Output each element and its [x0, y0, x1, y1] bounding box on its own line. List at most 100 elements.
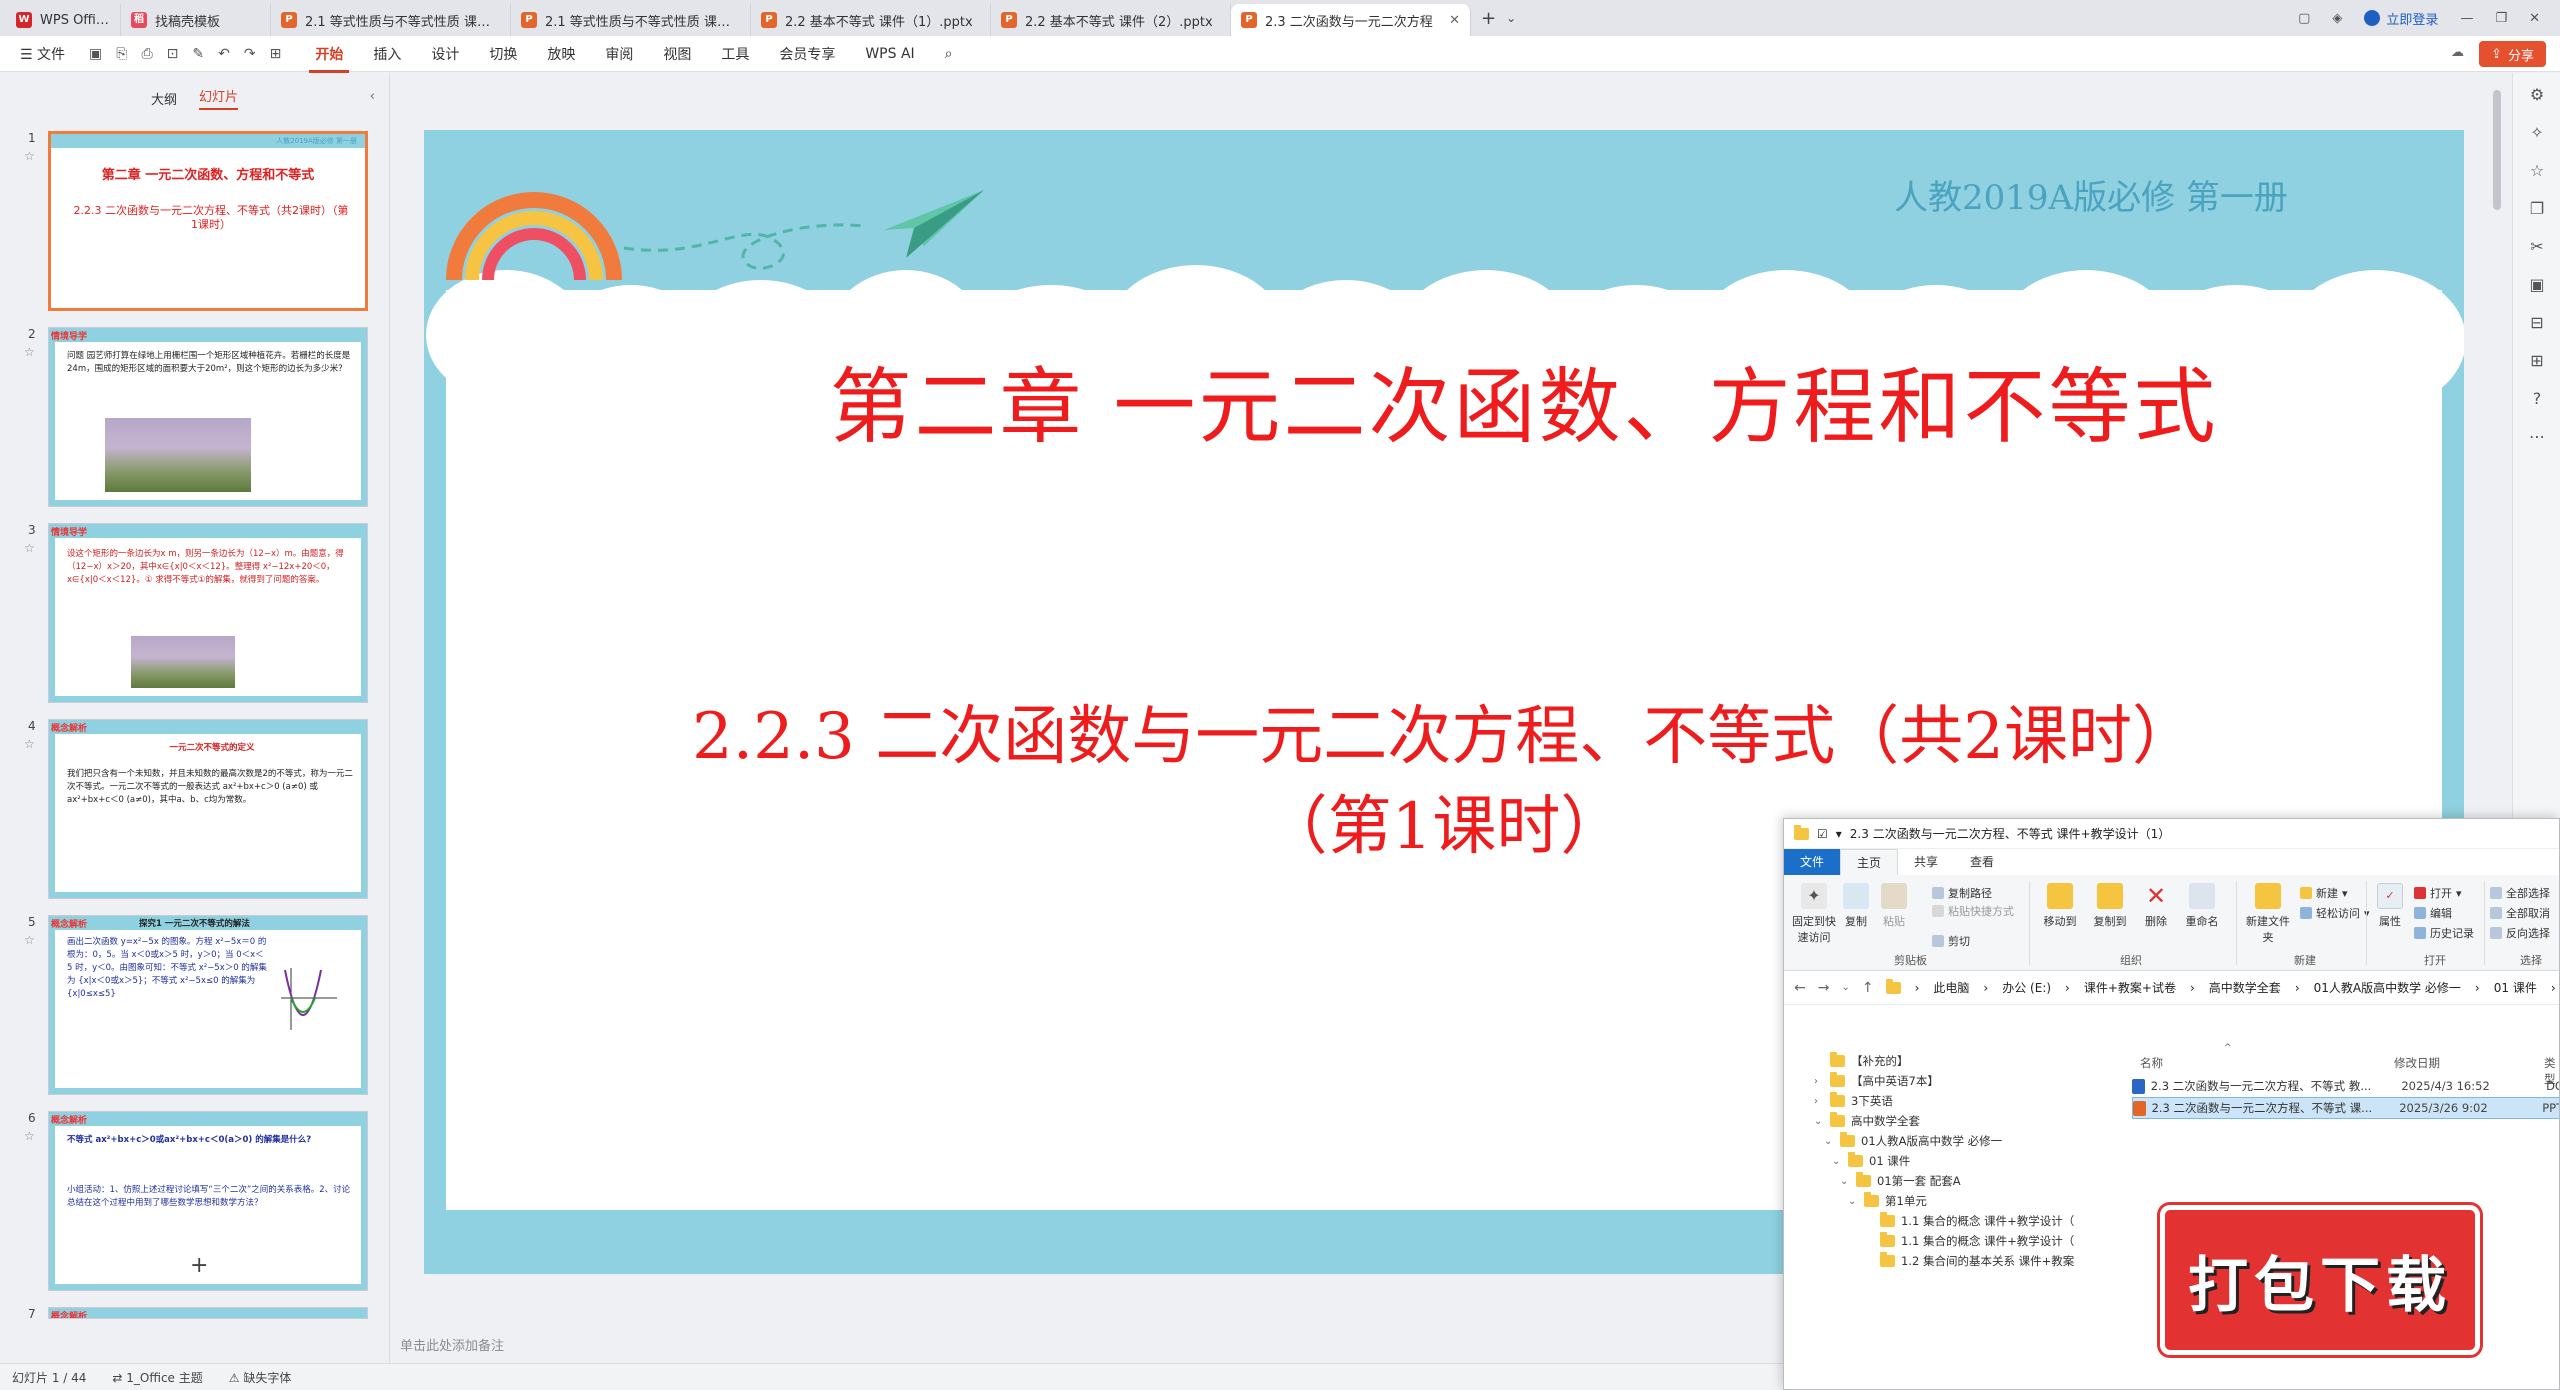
view-mode-icon[interactable]: ⊞	[270, 46, 282, 62]
file-row-selected[interactable]: 2.3 二次函数与一元二次方程、不等式 课... 2025/3/26 9:02 …	[2132, 1097, 2559, 1119]
tab-slides[interactable]: 幻灯片	[199, 86, 239, 110]
column-header-date[interactable]: 修改日期	[2394, 1055, 2440, 1071]
maximize-icon[interactable]: ❐	[2495, 11, 2507, 26]
close-window-icon[interactable]: ✕	[2529, 11, 2540, 26]
menu-design[interactable]: 设计	[425, 44, 465, 64]
download-package-stamp[interactable]: 打包下载	[2160, 1205, 2480, 1355]
star-icon[interactable]: ☆	[24, 149, 35, 163]
delete-button[interactable]: ✕ 删除	[2136, 883, 2176, 929]
login-button[interactable]: 立即登录	[2364, 9, 2438, 28]
star-icon[interactable]: ☆	[24, 933, 35, 947]
breadcrumb-item[interactable]: 课件+教案+试卷	[2084, 979, 2176, 996]
more-icon[interactable]: ⋯	[2527, 427, 2547, 447]
tab-document[interactable]: P2.1 等式性质与不等式性质 课件（1）	[271, 4, 511, 36]
edit-button[interactable]: 编辑	[2414, 905, 2452, 921]
tab-document-active[interactable]: P 2.3 二次函数与一元二次方程 ✕	[1231, 4, 1471, 36]
settings-icon[interactable]: ⚙	[2527, 85, 2547, 105]
breadcrumb-item[interactable]: 办公 (E:)	[2002, 979, 2051, 996]
slide-thumbnail[interactable]: 概念解析	[48, 1307, 368, 1319]
print-icon[interactable]: ⎙	[141, 46, 152, 62]
slide-thumbnail[interactable]: 情境导学 问题 园艺师打算在绿地上用栅栏围一个矩形区域种植花卉。若栅栏的长度是2…	[48, 327, 368, 507]
tree-item[interactable]: ⌄ 01第一套 配套A	[1840, 1172, 1961, 1189]
select-all-button[interactable]: 全部选择	[2490, 885, 2550, 901]
copy-to-button[interactable]: 复制到	[2084, 883, 2136, 929]
menu-slideshow[interactable]: 放映	[541, 44, 581, 64]
tree-item[interactable]: ⌄ 01人教A版高中数学 必修一	[1824, 1132, 2002, 1149]
open-button[interactable]: 打开 ▾	[2414, 885, 2462, 901]
cut-button[interactable]: 剪切	[1932, 933, 1970, 949]
redo-icon[interactable]: ↷	[244, 46, 256, 62]
star-icon[interactable]: ☆	[24, 1129, 35, 1143]
save-icon[interactable]: ▣	[89, 46, 102, 62]
missing-font-indicator[interactable]: ⚠ 缺失字体	[229, 1369, 292, 1386]
slide-thumbnail[interactable]: 概念解析 一元二次不等式的定义 我们把只含有一个未知数，并且未知数的最高次数是2…	[48, 719, 368, 899]
book-icon[interactable]: ⊞	[2527, 351, 2547, 371]
explorer-tab-view[interactable]: 查看	[1954, 849, 2010, 875]
star-icon[interactable]: ☆	[24, 345, 35, 359]
tab-document[interactable]: P 2.2 基本不等式 课件（2）.pptx	[991, 4, 1231, 36]
menu-tools[interactable]: 工具	[715, 44, 755, 64]
cloud-sync-icon[interactable]: ☁	[2451, 45, 2464, 60]
breadcrumb-item[interactable]: 01 课件	[2494, 979, 2537, 996]
menu-transition[interactable]: 切换	[483, 44, 523, 64]
file-row[interactable]: 2.3 二次函数与一元二次方程、不等式 教... 2025/4/3 16:52 …	[2132, 1075, 2559, 1097]
rename-button[interactable]: 重命名	[2176, 883, 2228, 929]
print-preview-icon[interactable]: ⊡	[167, 46, 179, 62]
format-painter-icon[interactable]: ✎	[192, 46, 204, 62]
breadcrumb-item[interactable]: 01人教A版高中数学 必修一	[2314, 979, 2461, 996]
minimize-icon[interactable]: —	[2460, 11, 2473, 26]
invert-selection-button[interactable]: 反向选择	[2490, 925, 2550, 941]
menu-home[interactable]: 开始	[309, 44, 350, 73]
magic-icon[interactable]: ✧	[2527, 123, 2547, 143]
new-item-button[interactable]: 新建 ▾	[2300, 885, 2348, 901]
vertical-scrollbar[interactable]	[2493, 90, 2501, 210]
up-arrow-icon[interactable]: ↑	[1862, 980, 1874, 996]
copy-path-button[interactable]: 复制路径	[1932, 885, 1992, 901]
tree-item[interactable]: ⌄ 高中数学全套	[1814, 1112, 1920, 1129]
tree-item[interactable]: 1.2 集合间的基本关系 课件+教案	[1864, 1252, 2074, 1269]
layout-icon[interactable]: ⊟	[2527, 313, 2547, 333]
tab-wps-home[interactable]: W WPS Office	[6, 4, 121, 36]
star-icon[interactable]: ☆	[24, 737, 35, 751]
menu-member[interactable]: 会员专享	[773, 44, 841, 64]
breadcrumb-item[interactable]: 高中数学全套	[2209, 979, 2281, 996]
chapter-title[interactable]: 第二章 一元二次函数、方程和不等式	[424, 340, 2464, 459]
share-button[interactable]: ⇪ 分享	[2479, 41, 2546, 67]
new-tab-plus-icon[interactable]: +	[1481, 8, 1496, 29]
star-icon[interactable]: ☆	[24, 541, 35, 555]
skin-icon[interactable]: ◈	[2332, 11, 2342, 26]
move-to-button[interactable]: 移动到	[2034, 883, 2086, 929]
slide-thumbnail[interactable]: 概念解析 探究1 一元二次不等式的解法 画出二次函数 y=x²−5x 的图象。方…	[48, 915, 368, 1095]
checkbox-icon[interactable]: ☑	[1817, 827, 1828, 841]
pin-quick-access-button[interactable]: ✦ 固定到快速访问	[1788, 883, 1840, 945]
explorer-tab-share[interactable]: 共享	[1898, 849, 1954, 875]
new-folder-button[interactable]: 新建文件夹	[2242, 883, 2294, 945]
theme-indicator[interactable]: ⇄ 1_Office 主题	[112, 1369, 202, 1386]
menu-wps-ai[interactable]: WPS AI	[859, 46, 920, 62]
help-icon[interactable]: ?	[2527, 389, 2547, 409]
slide-thumbnail[interactable]: 情境导学 设这个矩形的一条边长为x m，则另一条边长为（12−x）m。由题意，得…	[48, 523, 368, 703]
back-arrow-icon[interactable]: ←	[1794, 980, 1806, 996]
menu-review[interactable]: 审阅	[599, 44, 639, 64]
slide-thumbnail-selected[interactable]: 人教2019A版必修 第一册 第二章 一元二次函数、方程和不等式 2.2.3 二…	[48, 131, 368, 311]
tree-item[interactable]: 1.1 集合的概念 课件+教学设计（	[1864, 1232, 2074, 1249]
menu-insert[interactable]: 插入	[367, 44, 407, 64]
window-layout-icon[interactable]: ▢	[2298, 11, 2310, 26]
forward-arrow-icon[interactable]: →	[1818, 980, 1830, 996]
tree-item[interactable]: 【补充的】	[1814, 1052, 1909, 1069]
collapse-panel-icon[interactable]: ‹	[370, 89, 375, 104]
breadcrumb-item[interactable]: 此电脑	[1933, 979, 1969, 996]
tab-document[interactable]: P2.1 等式性质与不等式性质 课件（2）	[511, 4, 751, 36]
explorer-tab-home[interactable]: 主页	[1840, 849, 1899, 875]
dropdown-icon[interactable]: ▾	[1836, 827, 1842, 841]
tab-document[interactable]: P 2.2 基本不等式 课件（1）.pptx	[751, 4, 991, 36]
paste-shortcut-button[interactable]: 粘贴快捷方式	[1932, 903, 2014, 919]
image-icon[interactable]: ▣	[2527, 275, 2547, 295]
tree-item[interactable]: ⌄ 第1单元	[1848, 1192, 1927, 1209]
copy-icon[interactable]: ❐	[2527, 199, 2547, 219]
close-icon[interactable]: ✕	[1449, 13, 1460, 28]
tab-templates[interactable]: 稻找稿壳模板	[121, 4, 271, 36]
undo-icon[interactable]: ↶	[218, 46, 230, 62]
tab-list-chevron-icon[interactable]: ⌄	[1506, 11, 1516, 25]
file-menu[interactable]: ☰ 文件	[14, 44, 71, 64]
